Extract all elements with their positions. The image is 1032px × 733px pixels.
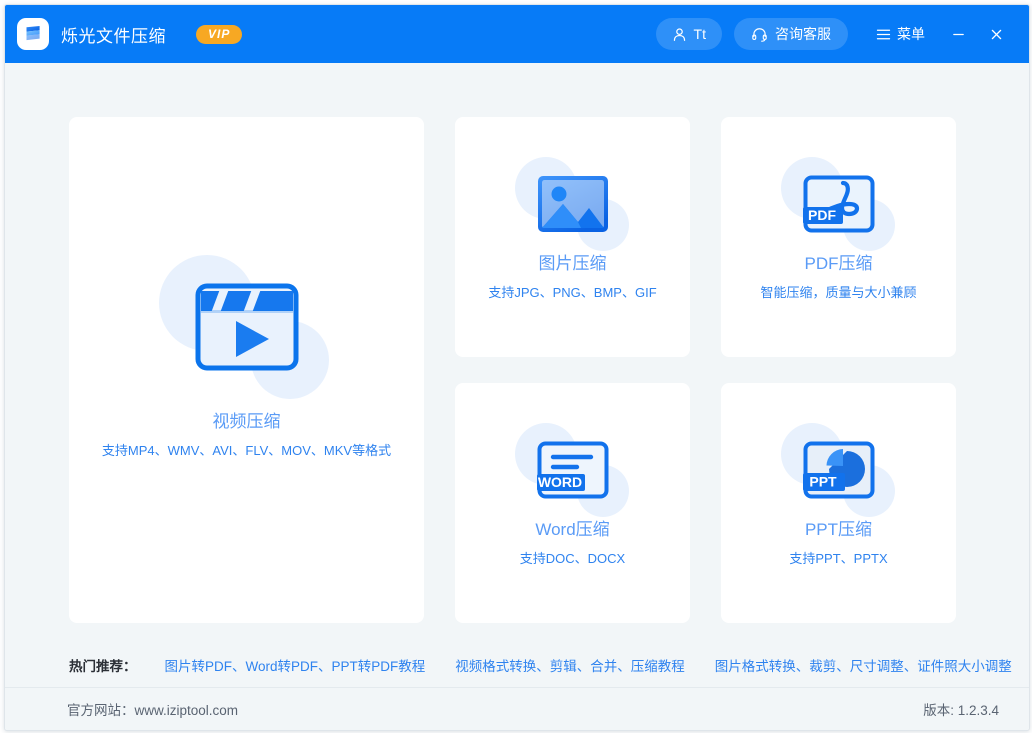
status-bar: 官方网站：www.iziptool.com 版本: 1.2.3.4: [5, 687, 1029, 730]
close-button[interactable]: [979, 19, 1013, 49]
tool-card-grid: 视频压缩 支持MP4、WMV、AVI、FLV、MOV、MKV等格式: [69, 117, 969, 623]
minimize-icon: [951, 27, 966, 42]
vip-badge[interactable]: VIP: [196, 25, 242, 44]
word-badge-label: WORD: [537, 474, 581, 490]
pdf-icon-wrap: PDF: [803, 175, 875, 233]
customer-service-button[interactable]: 咨询客服: [734, 18, 848, 50]
app-title: 烁光文件压缩: [61, 22, 166, 47]
ppt-icon-wrap: PPT: [803, 441, 875, 499]
brand: 烁光文件压缩 VIP: [17, 18, 242, 50]
word-icon-wrap: WORD: [537, 441, 609, 499]
card-title: Word压缩: [535, 521, 609, 538]
card-subtitle: 智能压缩，质量与大小兼顾: [760, 286, 916, 299]
menu-button[interactable]: 菜单: [866, 18, 935, 50]
official-website-label[interactable]: 官方网站：www.iziptool.com: [67, 699, 238, 719]
card-image-compress[interactable]: 图片压缩 支持JPG、PNG、BMP、GIF: [455, 117, 690, 357]
ppt-compress-icon: PPT: [803, 441, 875, 499]
card-subtitle: 支持MP4、WMV、AVI、FLV、MOV、MKV等格式: [102, 444, 391, 457]
video-compress-icon: [195, 283, 299, 371]
card-video-compress[interactable]: 视频压缩 支持MP4、WMV、AVI、FLV、MOV、MKV等格式: [69, 117, 424, 623]
word-compress-icon: WORD: [537, 441, 609, 499]
card-word-compress[interactable]: WORD Word压缩 支持DOC、DOCX: [455, 383, 690, 623]
hot-recommend-bar: 热门推荐： 图片转PDF、Word转PDF、PPT转PDF教程 视频格式转换、剪…: [5, 643, 1029, 687]
user-account-button[interactable]: Tt: [656, 18, 722, 50]
title-bar: 烁光文件压缩 VIP Tt 咨询客服: [5, 5, 1029, 63]
user-name-label: Tt: [694, 26, 706, 42]
card-title: 视频压缩: [213, 413, 281, 430]
hot-recommend-link-3[interactable]: 图片格式转换、裁剪、尺寸调整、证件照大小调整: [715, 655, 1012, 675]
version-label: 版本: 1.2.3.4: [923, 699, 999, 719]
card-subtitle: 支持JPG、PNG、BMP、GIF: [488, 286, 656, 299]
card-subtitle: 支持PPT、PPTX: [789, 552, 887, 565]
pdf-compress-icon: PDF: [803, 175, 875, 233]
card-pdf-compress[interactable]: PDF PDF压缩 智能压缩，质量与大小兼顾: [721, 117, 956, 357]
hot-recommend-label: 热门推荐：: [69, 655, 137, 675]
video-icon-wrap: [195, 283, 299, 371]
ppt-badge-label: PPT: [809, 474, 837, 490]
customer-service-label: 咨询客服: [775, 24, 831, 44]
app-logo-icon: [17, 18, 49, 50]
main-content: 视频压缩 支持MP4、WMV、AVI、FLV、MOV、MKV等格式: [5, 63, 1029, 730]
titlebar-controls: Tt 咨询客服 菜单: [656, 18, 1013, 50]
card-title: 图片压缩: [539, 255, 607, 272]
card-subtitle: 支持DOC、DOCX: [520, 552, 625, 565]
close-icon: [989, 27, 1004, 42]
svg-text:PDF: PDF: [808, 207, 836, 223]
minimize-button[interactable]: [941, 19, 975, 49]
menu-label: 菜单: [897, 24, 925, 44]
user-icon: [672, 27, 687, 42]
image-compress-icon: [537, 175, 609, 233]
image-icon-wrap: [537, 175, 609, 233]
hamburger-menu-icon: [876, 28, 891, 41]
logo-ribbon-icon: [22, 23, 44, 45]
card-ppt-compress[interactable]: PPT PPT压缩 支持PPT、PPTX: [721, 383, 956, 623]
card-title: PPT压缩: [805, 521, 872, 538]
app-window: 烁光文件压缩 VIP Tt 咨询客服: [4, 4, 1030, 731]
hot-recommend-link-1[interactable]: 图片转PDF、Word转PDF、PPT转PDF教程: [165, 655, 426, 675]
card-title: PDF压缩: [805, 255, 873, 272]
hot-recommend-link-2[interactable]: 视频格式转换、剪辑、合并、压缩教程: [455, 655, 685, 675]
headset-icon: [751, 26, 768, 43]
